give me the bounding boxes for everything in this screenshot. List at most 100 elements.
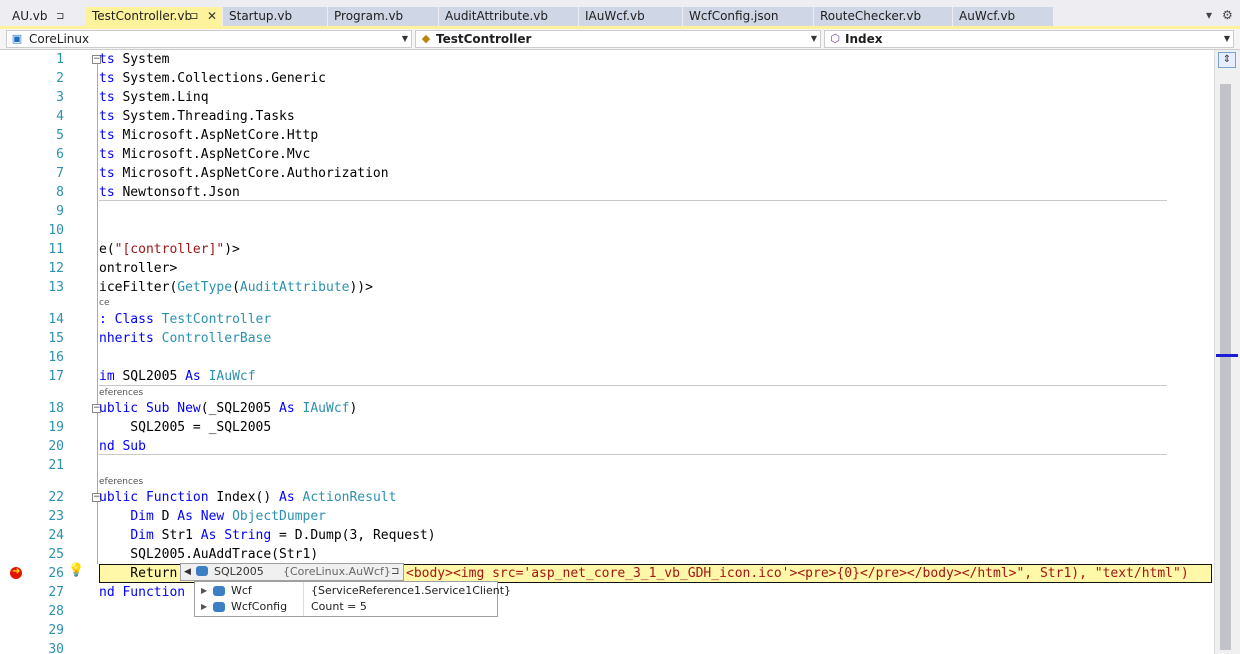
line-number: 17: [48, 369, 64, 384]
code-token: System: [114, 52, 170, 67]
code-token: ts: [99, 52, 115, 67]
member-dropdown[interactable]: ⬡ Index ▼: [824, 30, 1234, 48]
pin-icon[interactable]: ⊐: [190, 7, 198, 26]
line-number: 15: [48, 331, 64, 346]
breakpoint-margin[interactable]: [0, 50, 30, 654]
tab-label: Startup.vb: [229, 9, 293, 23]
tab-label: AuditAttribute.vb: [445, 9, 548, 23]
code-line-18: ublic Sub New(_SQL2005 As IAuWcf): [99, 399, 357, 418]
code-token: Return: [99, 566, 178, 581]
project-dropdown[interactable]: ▣ CoreLinux ▼: [6, 30, 412, 48]
code-line-7: ts Microsoft.AspNetCore.Authorization: [99, 164, 389, 183]
code-line-26: Return: [99, 564, 177, 583]
code-line-17: im SQL2005 As IAuWcf: [99, 367, 256, 386]
code-token: <body><img src='asp_net_core_3_1_vb_GDH_…: [406, 566, 1189, 581]
line-number: 29: [48, 623, 64, 638]
code-token: ts: [99, 90, 115, 105]
scrollbar-thumb[interactable]: [1220, 84, 1231, 650]
code-line-3: ts System.Linq: [99, 88, 209, 107]
code-token: nd Function: [99, 585, 186, 600]
method-icon: ⬡: [830, 32, 840, 45]
code-line-12: ontroller>: [99, 259, 177, 278]
class-icon: ◆: [421, 32, 431, 45]
tab-auditattribute-vb[interactable]: AuditAttribute.vb: [439, 7, 578, 26]
codelens-references[interactable]: eferences: [99, 388, 143, 398]
code-token: ActionResult: [302, 490, 397, 505]
code-token: ts: [99, 128, 115, 143]
code-token: ts: [99, 71, 115, 86]
code-token: System.Collections.Generic: [114, 71, 326, 86]
code-token: Microsoft.AspNetCore.Http: [114, 128, 319, 143]
expand-icon[interactable]: ▶: [201, 599, 207, 615]
line-number: 9: [56, 204, 64, 219]
code-token: ts: [99, 166, 115, 181]
field-icon: [213, 602, 225, 612]
line-number: 28: [48, 604, 64, 619]
object-icon: [196, 566, 208, 576]
expand-icon[interactable]: ▶: [201, 583, 207, 599]
tab-testcontroller-vb[interactable]: TestController.vb ⊐ ✕: [86, 7, 222, 26]
code-line-23: Dim D As New ObjectDumper: [99, 507, 326, 526]
code-token: As String: [200, 528, 272, 543]
lightbulb-icon[interactable]: 💡: [68, 563, 84, 578]
code-token: IAuWcf: [208, 369, 256, 384]
code-token: ublic Function: [99, 490, 209, 505]
tab-label: AuWcf.vb: [959, 9, 1016, 23]
tab-routechecker-vb[interactable]: RouteChecker.vb: [814, 7, 952, 26]
current-statement-breakpoint-icon[interactable]: ➜: [10, 566, 22, 579]
tab-auwcf-vb[interactable]: AuWcf.vb: [953, 7, 1053, 26]
code-token: (_SQL2005: [200, 401, 280, 416]
tab-label: RouteChecker.vb: [820, 9, 922, 23]
datatip-row[interactable]: ▶ WcfConfig Count = 5: [195, 599, 497, 615]
collapse-arrow-icon[interactable]: ◀: [184, 564, 191, 580]
code-token: nherits: [99, 331, 154, 346]
code-token: e(: [99, 242, 115, 257]
tab-program-vb[interactable]: Program.vb: [328, 7, 438, 26]
code-line-24: Dim Str1 As String = D.Dump(3, Request): [99, 526, 435, 545]
close-icon[interactable]: ✕: [207, 7, 217, 26]
chevron-down-icon: ▼: [401, 34, 408, 43]
method-separator: [99, 454, 1167, 455]
pin-icon[interactable]: ⊐: [56, 7, 64, 26]
code-token: TestController: [161, 312, 272, 327]
outline-guide: [97, 64, 98, 564]
tab-iauwcf-vb[interactable]: IAuWcf.vb: [579, 7, 682, 26]
pin-icon[interactable]: ⊐: [391, 564, 399, 580]
code-token: Newtonsoft.Json: [114, 185, 240, 200]
code-token: ts: [99, 109, 115, 124]
line-number: 5: [56, 128, 64, 143]
code-token: ublic Sub New: [99, 401, 201, 416]
line-number: 27: [48, 585, 64, 600]
gear-icon[interactable]: ⚙: [1222, 8, 1233, 22]
tab-au-vb[interactable]: AU.vb ⊐: [6, 7, 68, 26]
tab-label: IAuWcf.vb: [585, 9, 645, 23]
datatip-row[interactable]: ▶ Wcf {ServiceReference1.Service1Client}: [195, 583, 511, 599]
class-dropdown[interactable]: ◆ TestController ▼: [415, 30, 821, 48]
debugger-datatip[interactable]: ◀ SQL2005 {CoreLinux.AuWcf} ⊐: [180, 563, 404, 581]
split-window-icon[interactable]: ⇕: [1218, 52, 1236, 68]
datatip-variable-name: SQL2005: [214, 565, 264, 578]
code-line-14: : Class TestController: [99, 310, 271, 329]
codelens-references[interactable]: ce: [99, 298, 110, 308]
tab-startup-vb[interactable]: Startup.vb: [223, 7, 327, 26]
code-token: SQL2005 = _SQL2005: [99, 420, 272, 435]
code-token: As New: [177, 509, 225, 524]
code-line-22: ublic Function Index() As ActionResult: [99, 488, 396, 507]
line-number: 22: [48, 490, 64, 505]
tab-overflow-icon[interactable]: ▾: [1206, 8, 1212, 22]
code-token: :: [99, 312, 115, 327]
code-token: D: [153, 509, 178, 524]
code-token: Str1: [153, 528, 201, 543]
vertical-scrollbar[interactable]: ⇕: [1214, 50, 1240, 654]
tab-wcfconfig-json[interactable]: WcfConfig.json: [683, 7, 813, 26]
codelens-references[interactable]: eferences: [99, 477, 143, 487]
line-number: 3: [56, 90, 64, 105]
code-line-27: nd Function: [99, 583, 185, 602]
code-token: ontroller>: [99, 261, 178, 276]
code-token: "[controller]": [114, 242, 225, 257]
code-line-15: nherits ControllerBase: [99, 329, 271, 348]
